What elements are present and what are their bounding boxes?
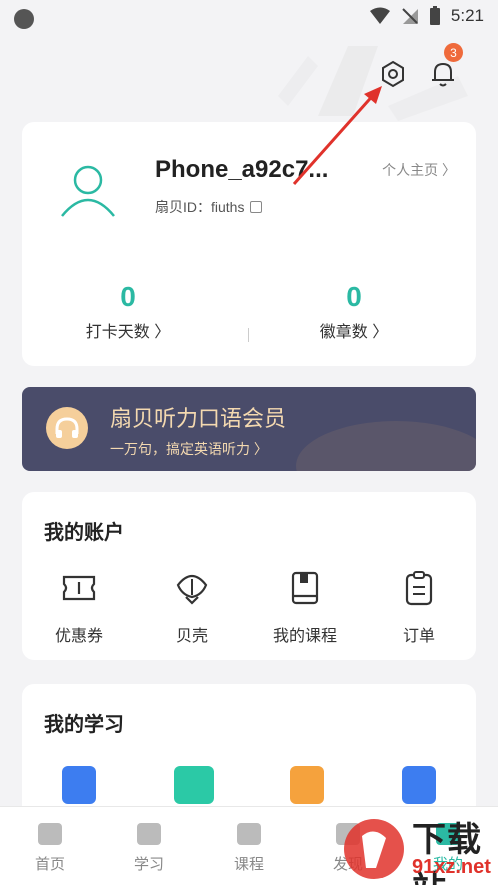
tab-home-label: 首页 (34, 856, 65, 873)
banner-decoration (296, 421, 476, 471)
tab-study-label: 学习 (133, 856, 164, 873)
user-id: 扇贝ID：fiuths (155, 197, 263, 217)
clock: 5:21 (450, 6, 484, 25)
tab-courses-label: 课程 (233, 856, 264, 873)
shell-item[interactable]: 贝壳 (137, 568, 247, 646)
badges-label: 徽章数 〉 (319, 324, 389, 341)
tab-home[interactable]: 首页 (10, 823, 90, 874)
shell-label: 贝壳 (175, 628, 208, 645)
coupon-item[interactable]: 优惠券 (24, 568, 134, 646)
checkin-days-value: 0 (120, 281, 136, 312)
watermark: 下载站 91xz.net (330, 812, 498, 885)
home-icon (38, 823, 62, 845)
copy-icon[interactable] (250, 201, 263, 213)
my-courses-item[interactable]: 我的课程 (250, 568, 360, 646)
checkin-days-label: 打卡天数 〉 (85, 324, 171, 341)
tab-courses[interactable]: 课程 (209, 823, 289, 874)
chart-icon[interactable] (174, 766, 214, 804)
account-card: 我的账户 优惠券 贝壳 我的课程 订单 (22, 492, 476, 660)
orders-label: 订单 (402, 628, 435, 645)
member-title: 扇贝听力口语会员 (110, 406, 287, 431)
battery-icon (429, 6, 440, 25)
checkin-days-stat[interactable]: 0 打卡天数 〉 (38, 282, 218, 342)
account-section-title: 我的账户 (44, 522, 124, 544)
ticket-icon (59, 568, 99, 608)
notification-app-icon (14, 9, 34, 29)
badges-value: 0 (346, 281, 362, 312)
stat-divider (248, 328, 249, 342)
username: Phone_a92c7... (155, 156, 329, 183)
profile-card: Phone_a92c7... 扇贝ID：fiuths 个人主页 〉 0 打卡天数… (22, 122, 476, 366)
book-icon (285, 568, 325, 608)
no-signal-icon (402, 8, 418, 24)
tab-study[interactable]: 学习 (109, 823, 189, 874)
homepage-link[interactable]: 个人主页 〉 (382, 160, 456, 180)
watermark-url: 91xz.net (412, 856, 491, 878)
notification-badge: 3 (444, 43, 463, 62)
file-icon[interactable] (402, 766, 436, 804)
member-banner[interactable]: 扇贝听力口语会员 一万句，搞定英语听力 〉 (22, 387, 476, 471)
member-headphones-icon (46, 407, 88, 449)
badges-stat[interactable]: 0 徽章数 〉 (264, 282, 444, 342)
settings-icon (382, 60, 404, 88)
orders-item[interactable]: 订单 (364, 568, 474, 646)
bell-icon (432, 63, 454, 87)
clipboard-icon (399, 568, 439, 608)
header-actions (375, 56, 475, 92)
notes-icon[interactable] (62, 766, 96, 804)
settings-button[interactable] (375, 56, 411, 92)
member-subtitle: 一万句，搞定英语听力 〉 (110, 441, 268, 457)
status-bar: 5:21 (0, 0, 498, 36)
avatar-icon[interactable] (56, 158, 120, 222)
shell-icon (172, 568, 212, 608)
study-card: 我的学习 (22, 684, 476, 824)
trend-icon (237, 823, 261, 845)
status-icons: 5:21 (369, 6, 484, 26)
watermark-logo (344, 819, 404, 879)
word-card-icon[interactable] (290, 766, 324, 804)
play-icon (137, 823, 161, 845)
study-section-title: 我的学习 (44, 714, 124, 736)
my-courses-label: 我的课程 (272, 628, 337, 645)
wifi-icon (369, 7, 390, 24)
coupon-label: 优惠券 (54, 628, 103, 645)
user-id-text: 扇贝ID：fiuths (155, 199, 245, 215)
